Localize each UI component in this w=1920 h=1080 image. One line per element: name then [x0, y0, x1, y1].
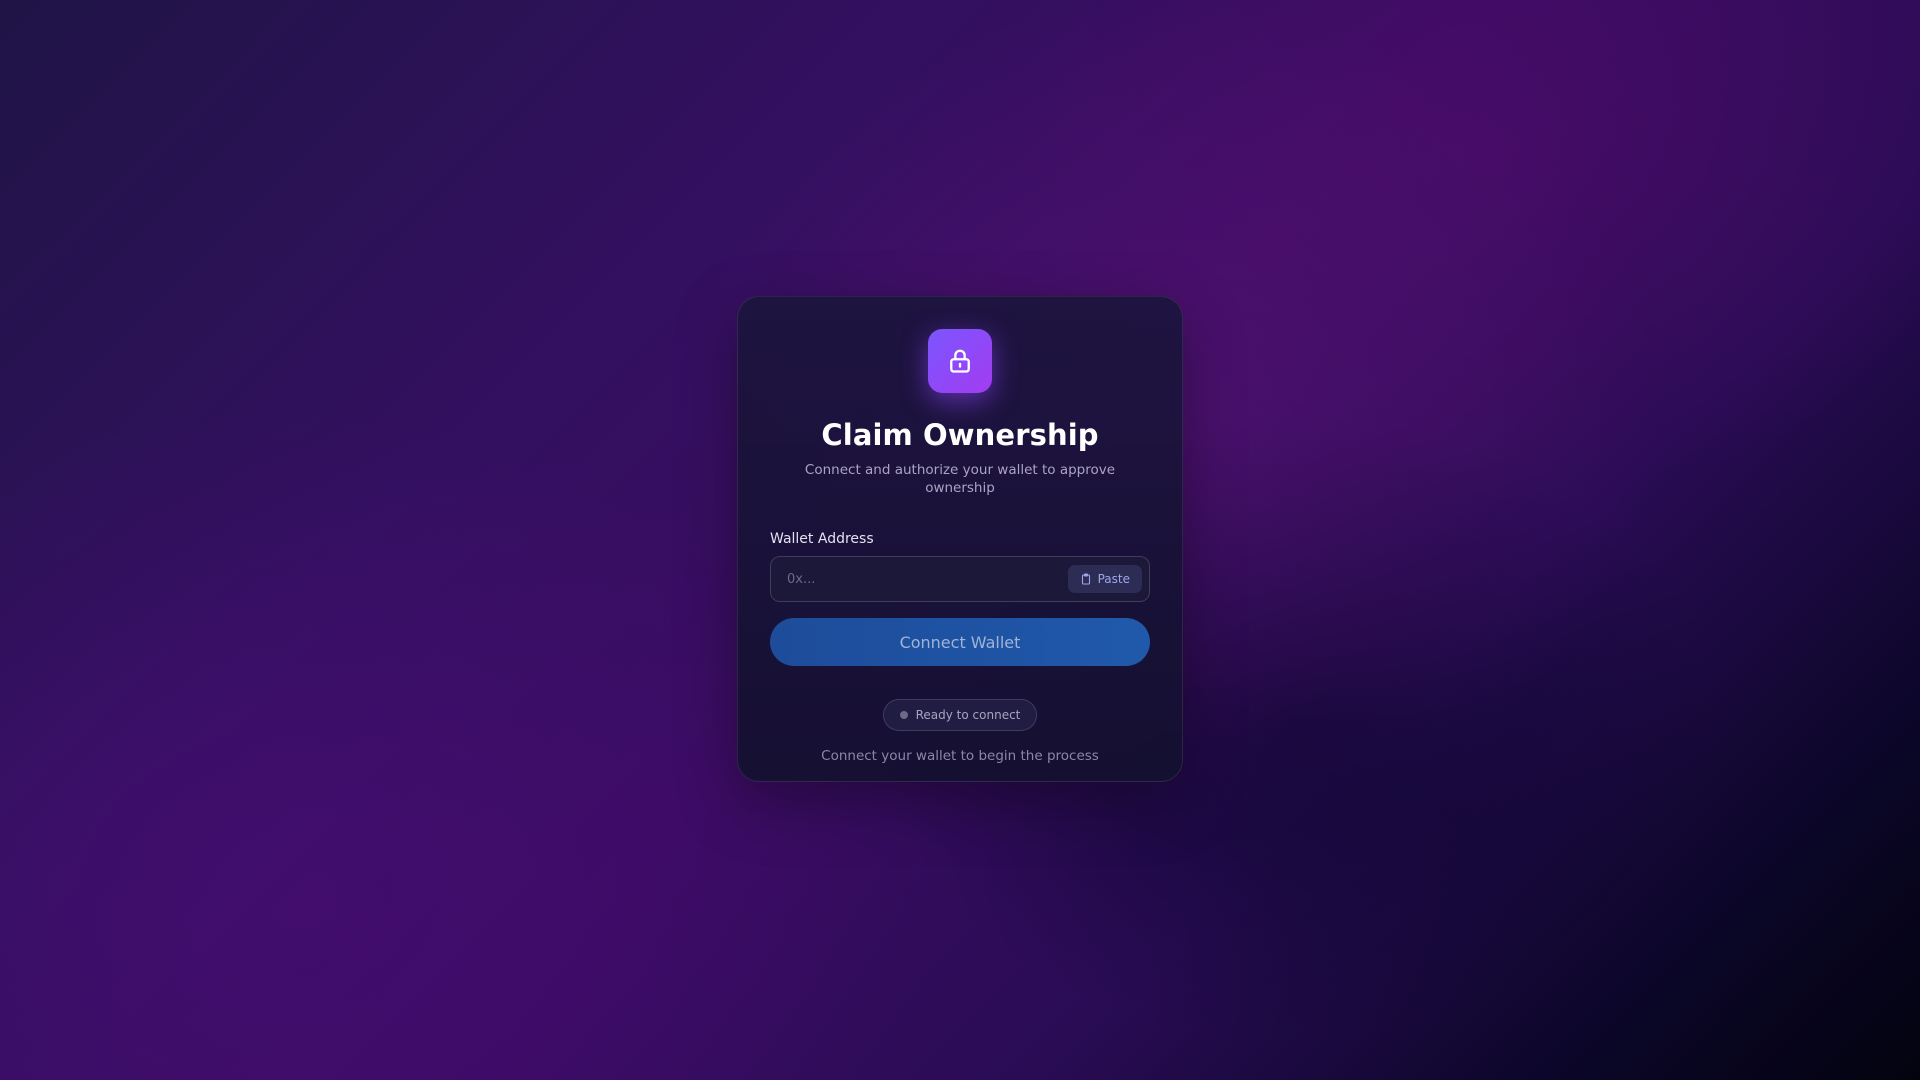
connect-wallet-button[interactable]: Connect Wallet	[770, 618, 1150, 666]
status-dot	[899, 711, 908, 719]
page-subtitle: Connect and authorize your wallet to app…	[804, 462, 1116, 496]
wallet-address-label: Wallet Address	[770, 531, 874, 547]
lock-icon	[946, 347, 974, 375]
paste-button-label: Paste	[1097, 572, 1130, 586]
wallet-address-input[interactable]	[787, 571, 1068, 587]
clipboard-icon	[1080, 573, 1092, 585]
lock-badge	[928, 329, 992, 393]
wallet-address-field: Paste	[770, 556, 1150, 602]
page-title: Claim Ownership	[821, 418, 1099, 452]
status-text: Ready to connect	[915, 708, 1021, 722]
claim-ownership-card: Claim Ownership Connect and authorize yo…	[737, 296, 1183, 782]
paste-button[interactable]: Paste	[1067, 565, 1142, 593]
helper-text: Connect your wallet to begin the process	[821, 748, 1099, 764]
status-badge: Ready to connect	[882, 699, 1038, 731]
